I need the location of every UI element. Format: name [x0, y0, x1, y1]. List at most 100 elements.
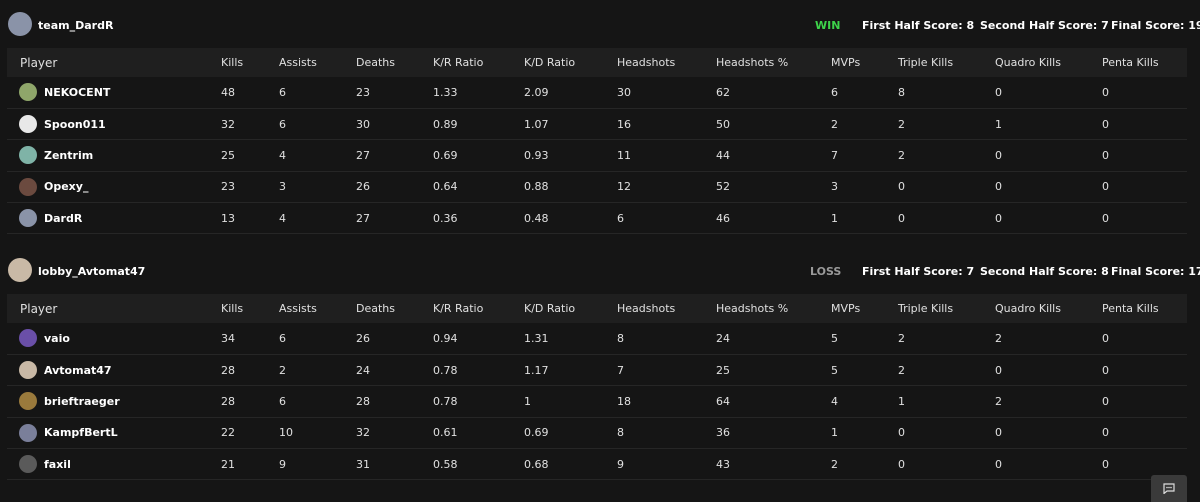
column-header-quadro-kills[interactable]: Quadro Kills [995, 294, 1102, 323]
column-header-quadro-kills[interactable]: Quadro Kills [995, 48, 1102, 77]
player-cell: Zentrim [7, 140, 221, 171]
stat-kd-ratio: 1.07 [524, 117, 549, 131]
stat-kr-ratio: 0.36 [433, 211, 458, 225]
stat-deaths: 28 [356, 394, 370, 408]
column-header-triple-kills[interactable]: Triple Kills [898, 294, 995, 323]
column-header-headshots-pct[interactable]: Headshots % [716, 294, 831, 323]
table-row: DardR 13 4 27 0.36 0.48 6 46 1 0 0 0 [7, 203, 1187, 234]
team-avatar[interactable] [8, 258, 32, 282]
player-name-link[interactable]: Avtomat47 [44, 364, 112, 377]
player-name-link[interactable]: DardR [44, 212, 82, 225]
stat-kr-ratio: 0.58 [433, 457, 458, 471]
player-name-link[interactable]: faxil [44, 458, 71, 471]
stat-triple-kills: 8 [898, 85, 905, 99]
first-half-score: First Half Score: 7 [862, 265, 975, 278]
stat-penta-kills: 0 [1102, 148, 1109, 162]
player-name-link[interactable]: Opexy_ [44, 180, 88, 193]
player-avatar[interactable] [19, 361, 37, 380]
chat-button[interactable] [1151, 475, 1187, 502]
player-name-link[interactable]: NEKOCENT [44, 86, 110, 99]
player-avatar[interactable] [19, 83, 37, 102]
stat-headshots-pct: 25 [716, 363, 730, 377]
player-avatar[interactable] [19, 146, 37, 165]
column-header-penta-kills[interactable]: Penta Kills [1102, 48, 1187, 77]
team-name[interactable]: team_DardR [38, 19, 113, 32]
stat-penta-kills: 0 [1102, 85, 1109, 99]
column-header-player[interactable]: Player [7, 48, 221, 77]
column-header-assists[interactable]: Assists [279, 48, 356, 77]
stat-kills: 48 [221, 85, 235, 99]
stat-headshots-pct: 43 [716, 457, 730, 471]
player-name-link[interactable]: Zentrim [44, 149, 93, 162]
table-row: NEKOCENT 48 6 23 1.33 2.09 30 62 6 8 0 0 [7, 77, 1187, 109]
column-header-kd-ratio[interactable]: K/D Ratio [524, 48, 617, 77]
column-header-triple-kills[interactable]: Triple Kills [898, 48, 995, 77]
stat-mvps: 2 [831, 117, 838, 131]
stat-kd-ratio: 0.88 [524, 180, 549, 194]
player-avatar[interactable] [19, 177, 37, 196]
column-header-deaths[interactable]: Deaths [356, 294, 433, 323]
team-avatar[interactable] [8, 12, 32, 36]
player-avatar[interactable] [19, 455, 37, 474]
stat-quadro-kills: 0 [995, 426, 1002, 440]
stat-headshots-pct: 64 [716, 394, 730, 408]
player-name-link[interactable]: brieftraeger [44, 395, 120, 408]
column-header-kills[interactable]: Kills [221, 48, 279, 77]
player-name-link[interactable]: Spoon011 [44, 118, 106, 131]
column-header-deaths[interactable]: Deaths [356, 48, 433, 77]
team-name[interactable]: lobby_Avtomat47 [38, 265, 145, 278]
player-avatar[interactable] [19, 392, 37, 411]
player-name-link[interactable]: vaio [44, 332, 70, 345]
table-row: Spoon011 32 6 30 0.89 1.07 16 50 2 2 1 0 [7, 108, 1187, 140]
column-header-headshots-pct[interactable]: Headshots % [716, 48, 831, 77]
stat-headshots: 8 [617, 426, 624, 440]
stat-headshots-pct: 24 [716, 331, 730, 345]
table-row: vaio 34 6 26 0.94 1.31 8 24 5 2 2 0 [7, 323, 1187, 355]
stat-assists: 6 [279, 331, 286, 345]
stat-penta-kills: 0 [1102, 331, 1109, 345]
stat-assists: 10 [279, 426, 293, 440]
stat-headshots-pct: 52 [716, 180, 730, 194]
column-header-headshots[interactable]: Headshots [617, 294, 716, 323]
stat-headshots-pct: 50 [716, 117, 730, 131]
stat-kr-ratio: 0.69 [433, 148, 458, 162]
column-header-headshots[interactable]: Headshots [617, 48, 716, 77]
column-header-kr-ratio[interactable]: K/R Ratio [433, 48, 524, 77]
stat-kd-ratio: 1.17 [524, 363, 549, 377]
column-header-mvps[interactable]: MVPs [831, 48, 898, 77]
column-header-assists[interactable]: Assists [279, 294, 356, 323]
stat-kr-ratio: 0.61 [433, 426, 458, 440]
column-header-kd-ratio[interactable]: K/D Ratio [524, 294, 617, 323]
team-section-1: team_DardR WIN First Half Score: 8 Secon… [7, 10, 1200, 234]
stat-deaths: 26 [356, 331, 370, 345]
stat-assists: 9 [279, 457, 286, 471]
match-result: LOSS [810, 265, 842, 278]
stat-quadro-kills: 0 [995, 85, 1002, 99]
stat-penta-kills: 0 [1102, 363, 1109, 377]
stat-penta-kills: 0 [1102, 426, 1109, 440]
stat-deaths: 27 [356, 148, 370, 162]
player-avatar[interactable] [19, 115, 37, 134]
stat-headshots-pct: 46 [716, 211, 730, 225]
column-header-mvps[interactable]: MVPs [831, 294, 898, 323]
player-avatar[interactable] [19, 209, 37, 228]
column-header-kr-ratio[interactable]: K/R Ratio [433, 294, 524, 323]
stat-kd-ratio: 0.68 [524, 457, 549, 471]
player-avatar[interactable] [19, 423, 37, 442]
stat-quadro-kills: 0 [995, 211, 1002, 225]
stat-assists: 6 [279, 117, 286, 131]
player-avatar[interactable] [19, 329, 37, 348]
stat-deaths: 23 [356, 85, 370, 99]
column-header-penta-kills[interactable]: Penta Kills [1102, 294, 1187, 323]
player-cell: Opexy_ [7, 171, 221, 202]
stat-headshots: 7 [617, 363, 624, 377]
stat-triple-kills: 1 [898, 394, 905, 408]
column-header-kills[interactable]: Kills [221, 294, 279, 323]
column-header-player[interactable]: Player [7, 294, 221, 323]
stat-kills: 32 [221, 117, 235, 131]
stat-mvps: 1 [831, 211, 838, 225]
player-name-link[interactable]: KampfBertL [44, 426, 118, 439]
stat-mvps: 4 [831, 394, 838, 408]
table-row: brieftraeger 28 6 28 0.78 1 18 64 4 1 2 0 [7, 386, 1187, 418]
stat-headshots: 8 [617, 331, 624, 345]
